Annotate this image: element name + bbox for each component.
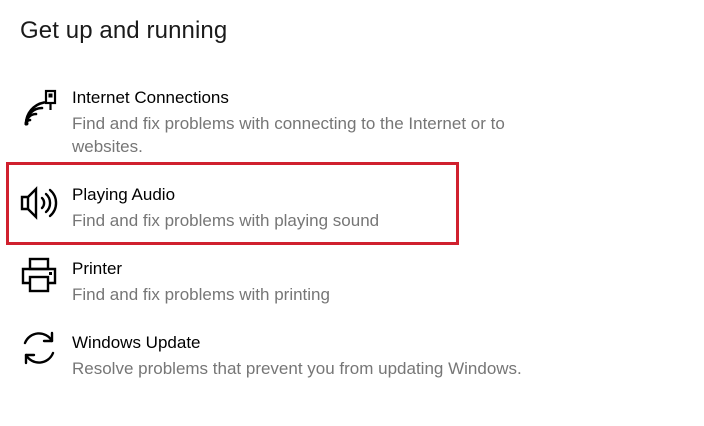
troubleshooter-internet-connections[interactable]: Internet Connections Find and fix proble… [18, 88, 658, 156]
troubleshooter-playing-audio[interactable]: Playing Audio Find and fix problems with… [18, 185, 658, 231]
wifi-signal-icon [18, 88, 66, 136]
troubleshooter-description: Resolve problems that prevent you from u… [72, 359, 522, 378]
troubleshooter-title: Playing Audio [72, 185, 176, 204]
troubleshooter-description: Find and fix problems with printing [72, 285, 330, 304]
speaker-icon [18, 185, 66, 233]
troubleshooter-description: Find and fix problems with playing sound [72, 211, 380, 230]
troubleshooter-printer[interactable]: Printer Find and fix problems with print… [18, 257, 658, 305]
section-title: Get up and running [20, 17, 228, 44]
refresh-icon [18, 327, 66, 375]
printer-icon [18, 255, 66, 303]
troubleshooter-description: Find and fix problems with connecting to… [72, 114, 505, 156]
troubleshooter-windows-update[interactable]: Windows Update Resolve problems that pre… [18, 331, 658, 379]
troubleshooter-title: Printer [72, 259, 123, 278]
troubleshooter-title: Windows Update [72, 333, 201, 352]
troubleshoot-page: Get up and running Internet Connections … [0, 0, 704, 426]
troubleshooter-title: Internet Connections [72, 88, 229, 107]
